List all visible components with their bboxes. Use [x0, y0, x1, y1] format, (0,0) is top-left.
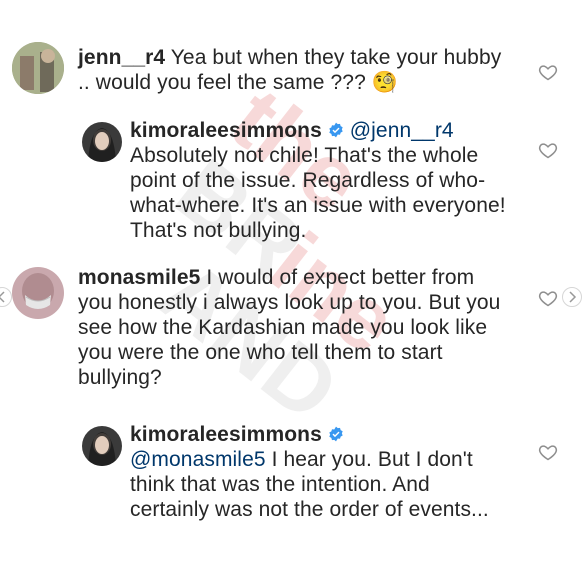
- monocle-emoji: 🧐: [371, 71, 399, 94]
- comment-1: jenn__r4 Yea but when they take your hub…: [12, 42, 532, 95]
- avatar-mona[interactable]: [12, 267, 64, 319]
- heart-outline-icon[interactable]: [538, 442, 558, 462]
- comment-username[interactable]: monasmile5: [78, 266, 200, 289]
- avatar-image: [12, 267, 64, 319]
- comment-mention[interactable]: @monasmile5: [130, 448, 266, 471]
- comment-username[interactable]: kimoraleesimmons: [130, 119, 322, 142]
- avatar-image: [12, 42, 64, 94]
- comment-body: Absolutely not chile! That's the whole p…: [130, 144, 506, 242]
- avatar-image: [82, 426, 122, 466]
- chevron-left-icon[interactable]: [0, 287, 12, 307]
- comment-username[interactable]: kimoraleesimmons: [130, 423, 322, 446]
- chevron-right-icon[interactable]: [562, 287, 582, 307]
- comment-text: monasmile5 I would of expect better from…: [78, 265, 508, 390]
- comment-3: monasmile5 I would of expect better from…: [12, 265, 532, 390]
- avatar-kimora[interactable]: [82, 122, 122, 162]
- comment-2: kimoraleesimmons @jenn__r4 Absolutely no…: [82, 118, 522, 243]
- comment-text: kimoraleesimmons @jenn__r4 Absolutely no…: [130, 118, 510, 243]
- avatar-image: [82, 122, 122, 162]
- avatar-jenn[interactable]: [12, 42, 64, 94]
- heart-outline-icon[interactable]: [538, 62, 558, 82]
- comment-mention[interactable]: @jenn__r4: [350, 119, 454, 142]
- heart-outline-icon[interactable]: [538, 288, 558, 308]
- comment-4: kimoraleesimmons @monasmile5 I hear you.…: [82, 422, 522, 522]
- heart-outline-icon[interactable]: [538, 140, 558, 160]
- verified-badge-icon: [329, 426, 343, 442]
- comment-text: kimoraleesimmons @monasmile5 I hear you.…: [130, 422, 510, 522]
- comment-text: jenn__r4 Yea but when they take your hub…: [78, 45, 508, 95]
- comment-username[interactable]: jenn__r4: [78, 46, 165, 69]
- avatar-kimora[interactable]: [82, 426, 122, 466]
- verified-badge-icon: [329, 122, 343, 138]
